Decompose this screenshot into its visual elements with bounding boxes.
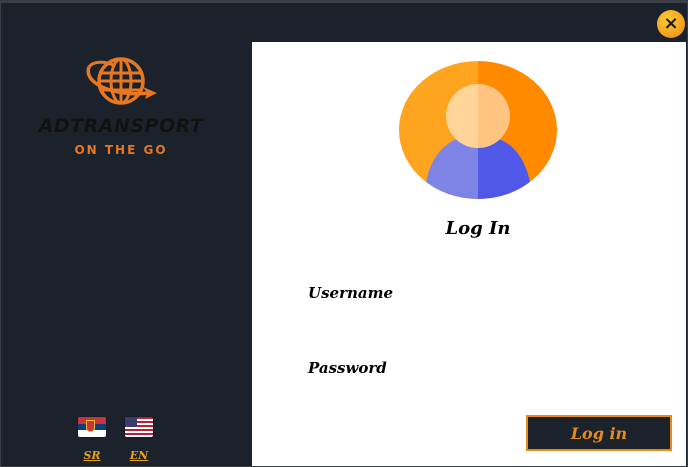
username-label: Username: [308, 284, 394, 302]
brand-tagline: ON THE GO: [74, 143, 168, 157]
language-en-link[interactable]: EN: [125, 449, 153, 462]
page-title: Log In: [445, 218, 511, 239]
user-avatar-icon: [399, 61, 557, 199]
login-button[interactable]: Log in: [526, 415, 672, 451]
language-en[interactable]: EN: [125, 417, 153, 462]
globe-plane-icon: [86, 57, 157, 105]
close-button[interactable]: ×: [657, 10, 685, 38]
brand-name: ADTRANSPORT: [38, 115, 204, 137]
language-sr[interactable]: SR: [78, 417, 106, 462]
login-panel: Log In Username Password Log in: [252, 42, 686, 466]
password-input[interactable]: [308, 383, 642, 407]
close-icon: ×: [663, 12, 679, 34]
password-label: Password: [308, 359, 387, 377]
language-sr-link[interactable]: SR: [78, 449, 106, 462]
username-input[interactable]: [308, 308, 642, 332]
brand-logo: ADTRANSPORT ON THE GO: [31, 53, 211, 163]
login-window: × ADTRANSPORT ON THE GO SR EN Log In Use…: [0, 0, 688, 467]
serbia-flag-icon[interactable]: [78, 417, 106, 437]
usa-flag-icon[interactable]: [125, 417, 153, 437]
